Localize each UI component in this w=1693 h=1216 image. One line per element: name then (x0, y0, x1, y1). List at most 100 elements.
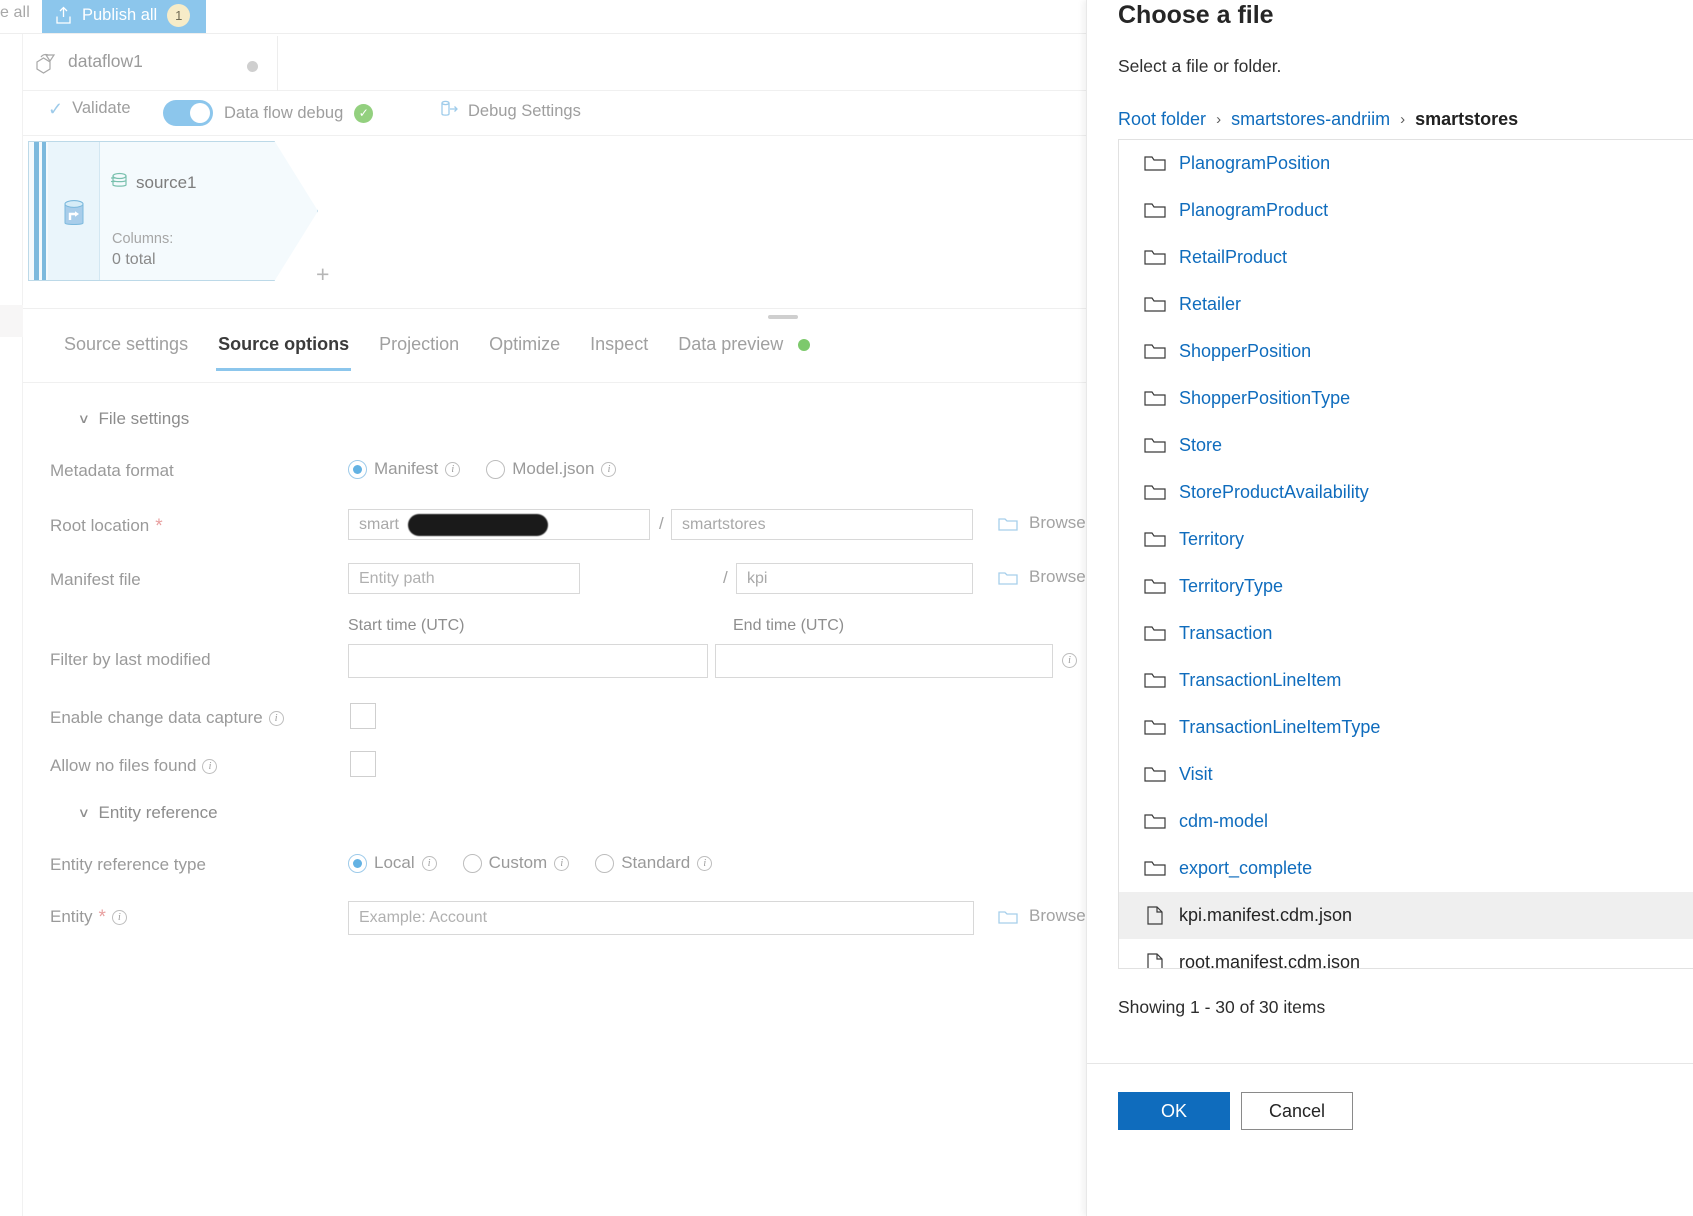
redacted-overlay (408, 514, 548, 536)
radio-manifest[interactable]: Manifest i (348, 459, 461, 479)
add-transformation-button[interactable]: + (316, 263, 329, 286)
file-list-item-folder[interactable]: PlanogramPosition (1119, 140, 1693, 187)
entity-reference-section-header[interactable]: ∨ Entity reference (78, 803, 218, 823)
file-list-item-folder[interactable]: export_complete (1119, 845, 1693, 892)
ok-button[interactable]: OK (1118, 1092, 1230, 1130)
file-list[interactable]: PlanogramPosition PlanogramProduct RetailP… (1118, 139, 1693, 969)
entity-reference-type-label: Entity reference type (50, 855, 206, 875)
panel-resize-handle[interactable] (768, 315, 798, 319)
radio-standard-label: Standard (621, 853, 691, 872)
toolbar-truncated-label: e all (0, 4, 30, 21)
enable-change-data-capture-checkbox[interactable] (350, 703, 376, 729)
tab-projection[interactable]: Projection (364, 326, 474, 371)
document-icon (1144, 906, 1166, 925)
file-list-item-label: Visit (1179, 764, 1213, 784)
detail-tab-bar: Source settings Source options Projectio… (23, 326, 1172, 383)
root-location-label: Root location * (50, 516, 163, 536)
radio-local-indicator[interactable] (348, 853, 367, 873)
radio-local[interactable]: Local i (348, 853, 437, 873)
breadcrumb-item-root-folder[interactable]: Root folder (1118, 109, 1206, 130)
publish-toolbar: e all Publish all 1 (0, 0, 1172, 34)
file-list-item-folder[interactable]: cdm-model (1119, 798, 1693, 845)
file-list-item-folder[interactable]: StoreProductAvailability (1119, 469, 1693, 516)
label-text: Entity (50, 907, 93, 926)
file-list-item-folder[interactable]: TerritoryType (1119, 563, 1693, 610)
left-edge-strip (0, 0, 23, 1216)
file-list-item-folder[interactable]: TransactionLineItemType (1119, 704, 1693, 751)
breadcrumb: Root folder › smartstores-andriim › smar… (1118, 109, 1518, 130)
manifest-file-name-input[interactable] (736, 563, 973, 594)
entity-reference-type-radio-group: Local i Custom i Standard i (348, 853, 713, 873)
file-list-item-folder[interactable]: Territory (1119, 516, 1693, 563)
debug-settings-button[interactable]: Debug Settings (439, 99, 581, 124)
breadcrumb-separator-icon: › (1400, 111, 1406, 128)
root-location-browse-button[interactable]: Browse (998, 513, 1086, 533)
tab-label: Projection (379, 334, 460, 354)
tab-inspect[interactable]: Inspect (575, 326, 663, 371)
filter-end-time-input[interactable] (715, 644, 1053, 678)
data-flow-debug-toggle[interactable] (163, 100, 213, 126)
file-settings-section-label: File settings (98, 409, 190, 428)
file-list-item-folder[interactable]: TransactionLineItem (1119, 657, 1693, 704)
radio-standard[interactable]: Standard i (595, 853, 713, 873)
entity-input[interactable] (348, 901, 974, 935)
tab-source-options[interactable]: Source options (203, 326, 364, 371)
choose-a-file-body: Choose a file Select a file or folder. R… (1087, 0, 1693, 1063)
file-list-item-folder[interactable]: RetailProduct (1119, 234, 1693, 281)
info-icon[interactable]: i (554, 855, 570, 871)
dataflow-header: dataflow1 (23, 36, 1172, 91)
file-list-item-folder[interactable]: Retailer (1119, 281, 1693, 328)
info-icon[interactable]: i (268, 710, 284, 726)
tab-data-preview[interactable]: Data preview (663, 326, 825, 371)
info-icon[interactable]: i (601, 461, 617, 477)
folder-icon (1144, 530, 1166, 549)
info-icon[interactable]: i (1062, 653, 1077, 668)
tab-source-settings[interactable]: Source settings (49, 326, 203, 371)
label-text: Entity reference type (50, 855, 206, 874)
validate-button[interactable]: ✓ Validate (48, 99, 131, 118)
file-list-item-folder[interactable]: Visit (1119, 751, 1693, 798)
allow-no-files-found-checkbox[interactable] (350, 751, 376, 777)
file-list-item-file[interactable]: root.manifest.cdm.json (1119, 939, 1693, 968)
cancel-button[interactable]: Cancel (1241, 1092, 1353, 1130)
file-list-item-folder[interactable]: Store (1119, 422, 1693, 469)
info-icon[interactable]: i (202, 758, 218, 774)
filter-start-time-input[interactable] (348, 644, 708, 678)
required-asterisk: * (155, 515, 163, 537)
label-text: Enable change data capture (50, 708, 263, 727)
tab-optimize[interactable]: Optimize (474, 326, 575, 371)
breadcrumb-item-smartstores-andriim[interactable]: smartstores-andriim (1231, 109, 1390, 130)
info-icon[interactable]: i (697, 855, 713, 871)
manifest-entity-path-input[interactable] (348, 563, 580, 594)
root-location-folder-input[interactable] (671, 509, 973, 540)
debug-toolbar: ✓ Validate Data flow debug ✓ Debug Setti… (23, 91, 1172, 136)
dataflow-name[interactable]: dataflow1 (68, 51, 143, 72)
dataflow-canvas[interactable]: source1 Columns: 0 total + (23, 136, 1172, 309)
radio-manifest-indicator[interactable] (348, 459, 367, 479)
source-node-columns-label: Columns: (112, 231, 174, 247)
radio-custom[interactable]: Custom i (462, 853, 570, 873)
file-settings-section-header[interactable]: ∨ File settings (78, 409, 190, 429)
info-icon[interactable]: i (111, 909, 127, 925)
info-icon[interactable]: i (445, 461, 461, 477)
file-list-item-folder[interactable]: Transaction (1119, 610, 1693, 657)
manifest-file-label: Manifest file (50, 570, 141, 590)
source-node[interactable]: source1 Columns: 0 total + (28, 141, 329, 286)
folder-icon (1144, 812, 1166, 831)
choose-a-file-panel: Choose a file Select a file or folder. R… (1086, 0, 1693, 1216)
info-icon[interactable]: i (421, 855, 437, 871)
entity-browse-button[interactable]: Browse (998, 906, 1086, 926)
file-list-item-folder[interactable]: ShopperPosition (1119, 328, 1693, 375)
manifest-file-browse-button[interactable]: Browse (998, 567, 1086, 587)
publish-all-button[interactable]: Publish all 1 (42, 0, 207, 33)
radio-model-json[interactable]: Model.json i (486, 459, 617, 479)
file-list-item-folder[interactable]: PlanogramProduct (1119, 187, 1693, 234)
file-list-item-folder[interactable]: ShopperPositionType (1119, 375, 1693, 422)
radio-custom-indicator[interactable] (462, 853, 482, 873)
source-db-glyph-icon (110, 171, 129, 195)
file-list-item-file[interactable]: kpi.manifest.cdm.json (1119, 892, 1693, 939)
radio-model-json-indicator[interactable] (486, 459, 506, 479)
breadcrumb-item-smartstores[interactable]: smartstores (1415, 109, 1518, 130)
radio-standard-indicator[interactable] (595, 853, 615, 873)
file-list-item-label: Transaction (1179, 623, 1273, 643)
